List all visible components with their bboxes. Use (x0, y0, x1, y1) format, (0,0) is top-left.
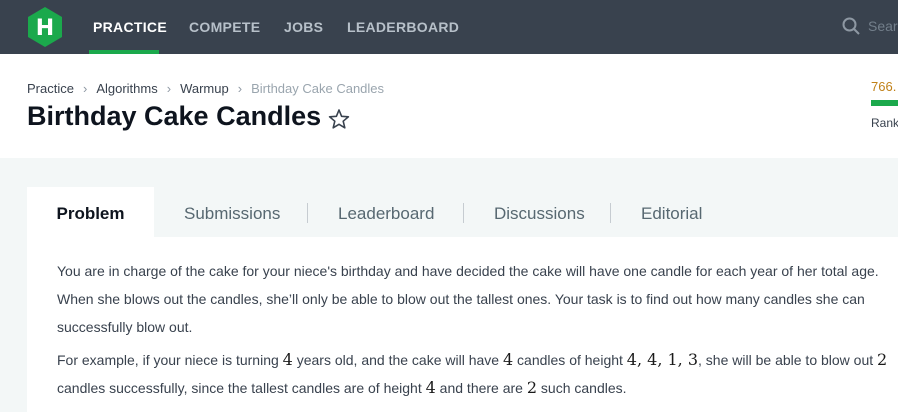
text-run: , she will be able to blow out (698, 352, 878, 368)
math-value: 2 (526, 378, 538, 397)
tab-editorial[interactable]: Editorial (641, 187, 702, 237)
top-nav: H PRACTICE COMPETE JOBS LEADERBOARD Sear (0, 0, 898, 54)
problem-statement: You are in charge of the cake for your n… (27, 237, 898, 412)
math-value: 4 (502, 350, 514, 369)
text-run: and there are (435, 380, 527, 396)
math-value: 4 (282, 350, 293, 369)
text-run: years old, and the cake will have (292, 352, 503, 368)
hackerrank-logo-icon[interactable]: H (26, 6, 64, 48)
tab-discussions[interactable]: Discussions (494, 187, 585, 237)
tab-submissions[interactable]: Submissions (184, 187, 280, 237)
page-header: Practice › Algorithms › Warmup › Birthday Cake… (0, 54, 898, 158)
search-icon[interactable] (842, 17, 860, 35)
breadcrumb-algorithms[interactable]: Algorithms (96, 81, 157, 96)
nav-jobs[interactable]: JOBS (284, 19, 323, 35)
nav-practice[interactable]: PRACTICE (93, 19, 167, 35)
chevron-right-icon: › (82, 81, 88, 97)
rank-points: 766. (871, 79, 897, 94)
text-run: candles successfully, since the tallest … (57, 380, 426, 396)
tab-leaderboard[interactable]: Leaderboard (338, 187, 434, 237)
breadcrumb-warmup[interactable]: Warmup (180, 81, 229, 96)
nav-leaderboard[interactable]: LEADERBOARD (347, 19, 459, 35)
breadcrumb-practice[interactable]: Practice (27, 81, 74, 96)
search-input[interactable]: Sear (868, 18, 898, 34)
math-value: 2 (877, 350, 888, 369)
math-value: 4 (425, 378, 436, 397)
tab-divider (307, 203, 308, 223)
rank-progress-bar (871, 100, 898, 106)
tab-divider (463, 203, 464, 223)
star-icon[interactable] (328, 108, 350, 130)
text-run: such candles. (537, 380, 627, 396)
nav-compete[interactable]: COMPETE (189, 19, 260, 35)
math-value: 4, 4, 1, 3 (626, 350, 699, 369)
rank-label: Rank (871, 116, 898, 130)
svg-text:H: H (36, 16, 54, 41)
breadcrumb: Practice › Algorithms › Warmup › Birthday Cake… (27, 80, 384, 96)
example-paragraph: For example, if your niece is turning 4 … (57, 346, 897, 402)
challenge-tabs: Problem Submissions Leaderboard Discussi… (27, 187, 898, 237)
text-run: candles of height (513, 352, 627, 368)
tab-problem[interactable]: Problem (27, 187, 154, 237)
text-run: For example, if your niece is turning (57, 352, 283, 368)
problem-paragraph: You are in charge of the cake for your n… (57, 263, 879, 335)
page-title: Birthday Cake Candles (27, 101, 322, 131)
tab-divider (610, 203, 611, 223)
chevron-right-icon: › (166, 81, 172, 97)
breadcrumb-current: Birthday Cake Candles (251, 81, 385, 97)
chevron-right-icon: › (237, 81, 243, 97)
